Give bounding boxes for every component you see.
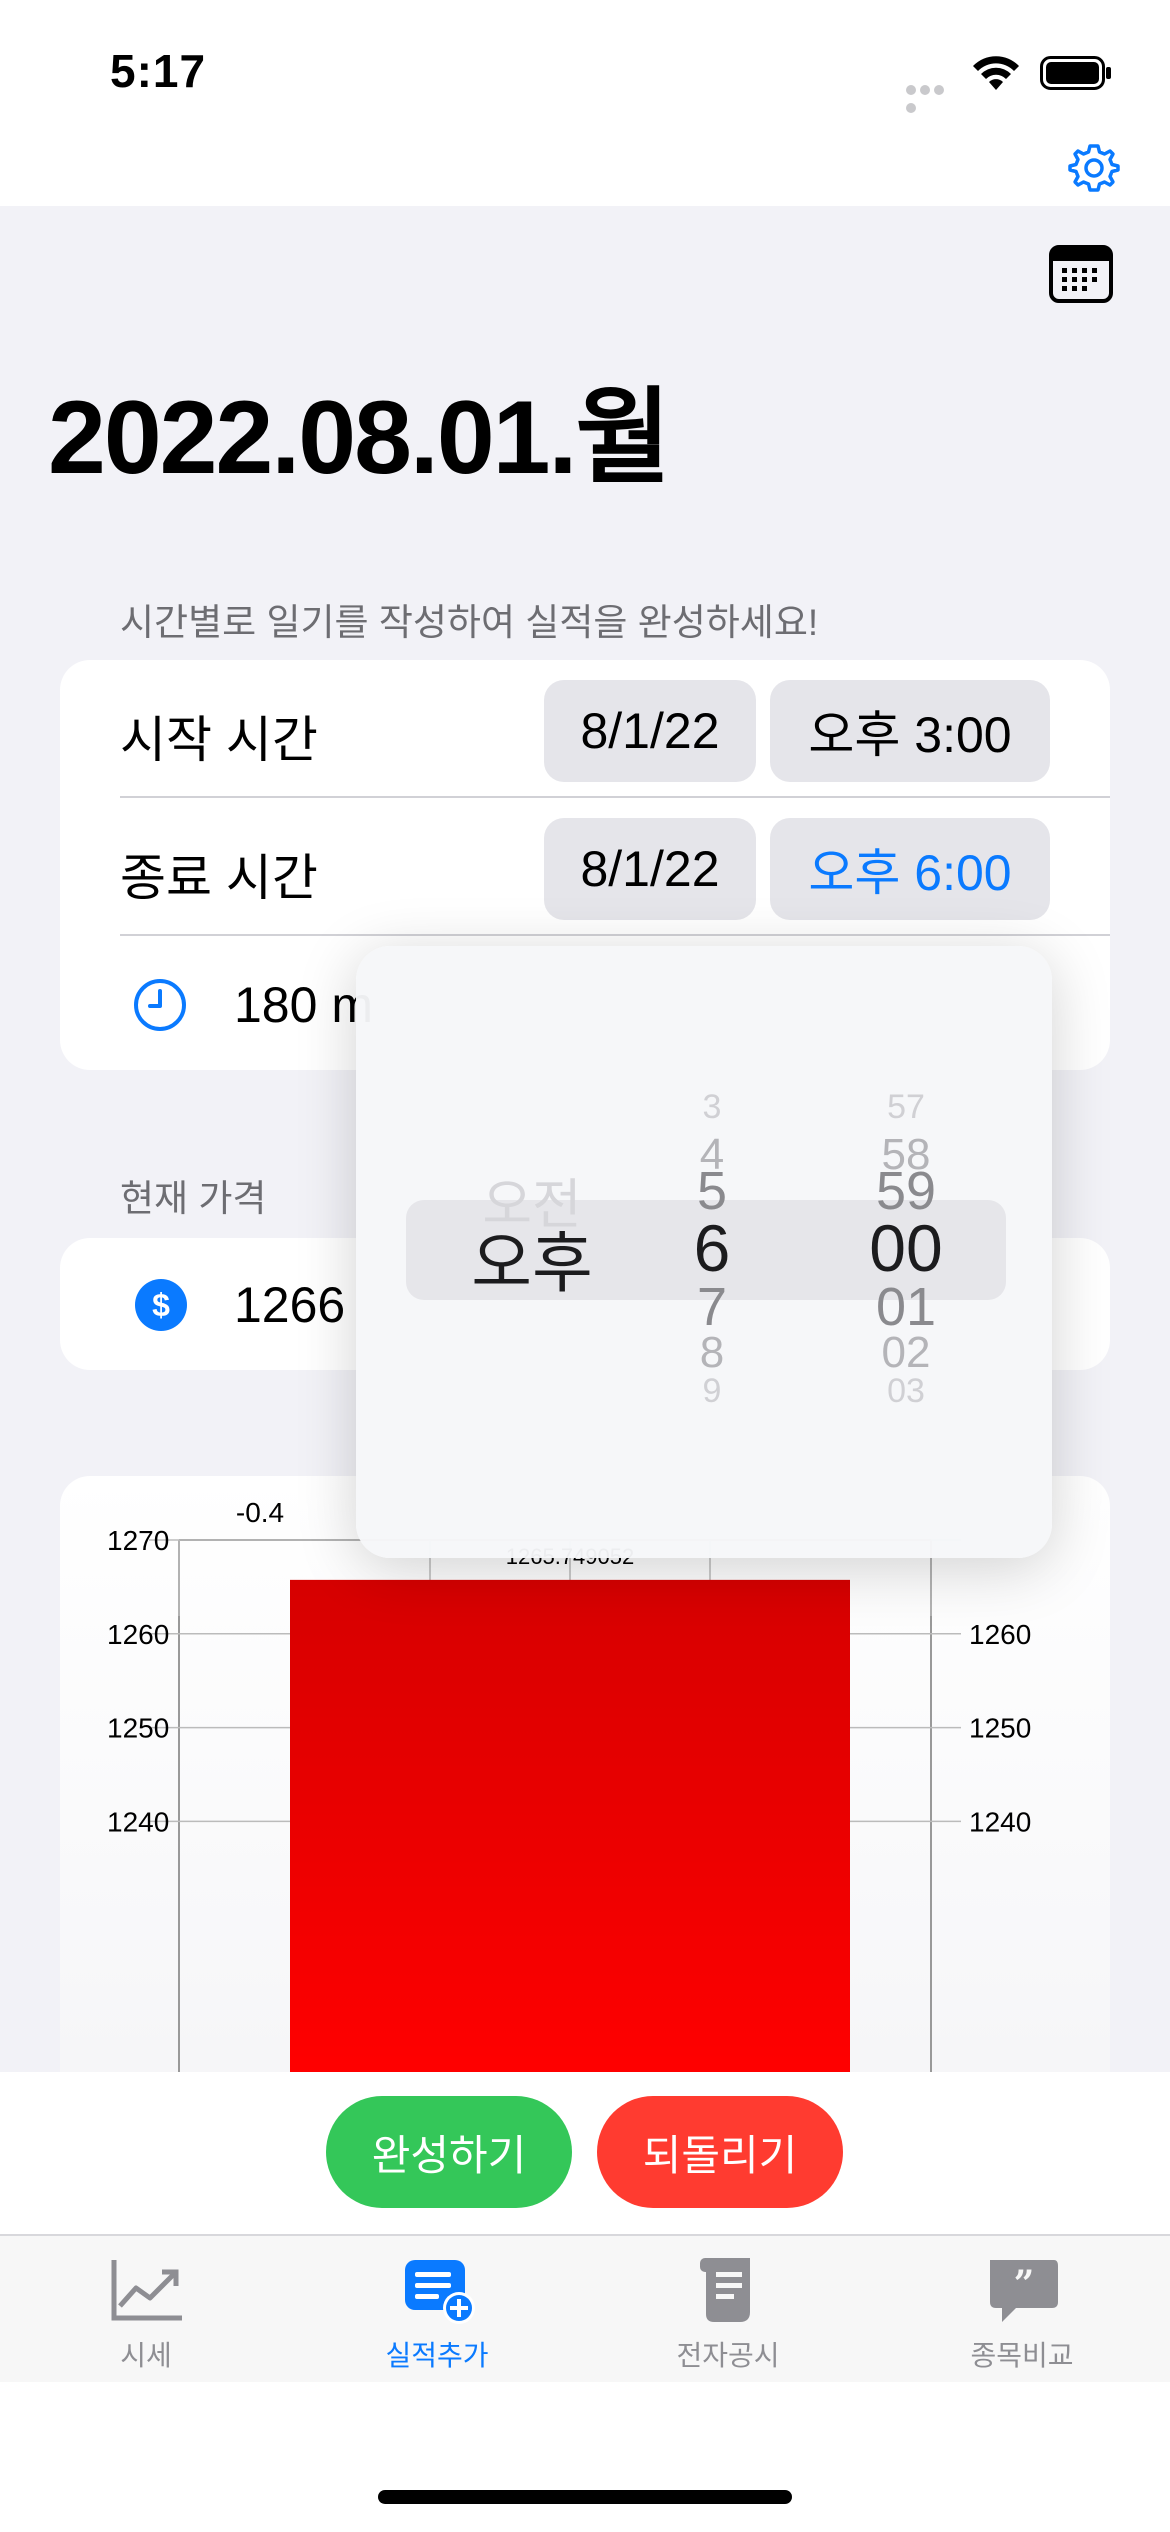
diary-section-header: 시간별로 일기를 작성하여 실적을 완성하세요! — [120, 602, 819, 643]
quote-bubble-icon: ” — [990, 2260, 1058, 2322]
minute-picker-option[interactable]: 02 — [882, 1328, 931, 1378]
time-picker[interactable]: 오전 오후 3 4 5 6 7 8 9 57 58 59 00 01 02 03 — [356, 946, 1052, 1558]
y-tick-left: 1260 — [107, 1619, 169, 1650]
duration-text: 180 m — [234, 977, 373, 1033]
status-bar: 5:17 — [0, 0, 1170, 140]
wifi-icon — [973, 56, 1019, 90]
end-time-button[interactable]: 오후 6:00 — [770, 818, 1050, 920]
clock-icon — [134, 979, 186, 1031]
calendar-icon[interactable] — [1048, 244, 1114, 304]
tab-add-performance[interactable]: 실적추가 — [337, 2236, 537, 2384]
tab-label: 시세 — [120, 2340, 172, 2371]
page-title: 2022.08.01.월 — [48, 380, 671, 496]
minute-picker-option[interactable]: 03 — [887, 1372, 925, 1411]
end-date-button[interactable]: 8/1/22 — [544, 818, 756, 920]
home-indicator — [378, 2490, 792, 2504]
status-time: 5:17 — [110, 45, 207, 97]
y-tick-right: 1240 — [969, 1806, 1031, 1837]
scroll-icon — [700, 2258, 750, 2322]
chart-line-icon — [111, 2260, 182, 2321]
price-value: 1266 — [234, 1277, 346, 1333]
y-tick-right: 1250 — [969, 1713, 1031, 1744]
period-picker-selected[interactable]: 오후 — [471, 1210, 592, 1306]
tab-label: 종목비교 — [970, 2340, 1074, 2371]
start-time-button[interactable]: 오후 3:00 — [770, 680, 1050, 782]
start-date-button[interactable]: 8/1/22 — [544, 680, 756, 782]
complete-button[interactable]: 완성하기 — [326, 2096, 572, 2208]
y-tick-left: 1270 — [107, 1525, 169, 1556]
y-tick-left: 1240 — [107, 1806, 169, 1837]
hour-picker-option[interactable]: 3 — [703, 1088, 722, 1127]
svg-text:$: $ — [152, 1287, 170, 1323]
tab-price[interactable]: 시세 — [46, 2236, 246, 2384]
minute-picker-option[interactable]: 57 — [887, 1088, 925, 1127]
divider — [120, 934, 1110, 936]
tab-disclosure[interactable]: 전자공시 — [628, 2236, 828, 2384]
price-chart: 12701260125012401260125012401265.749052-… — [107, 1497, 1031, 2072]
signal-icon — [906, 82, 960, 113]
svg-text:”: ” — [1014, 2263, 1035, 2305]
tab-label: 전자공시 — [676, 2340, 780, 2371]
start-time-label: 시작 시간 — [120, 712, 318, 768]
revert-button[interactable]: 되돌리기 — [597, 2096, 843, 2208]
y-tick-left: 1250 — [107, 1713, 169, 1744]
chart-bar — [290, 1579, 850, 2072]
dollar-icon: $ — [135, 1279, 187, 1331]
action-bar — [0, 2072, 1170, 2234]
chart-annotation: -0.4 — [236, 1497, 284, 1528]
y-tick-right: 1260 — [969, 1619, 1031, 1650]
tab-label: 실적추가 — [385, 2340, 489, 2371]
end-time-label: 종료 시간 — [120, 850, 318, 906]
price-section-header: 현재 가격 — [120, 1178, 267, 1219]
battery-icon — [1040, 56, 1111, 90]
hour-picker-option[interactable]: 9 — [703, 1372, 722, 1411]
gear-icon[interactable] — [1066, 140, 1122, 196]
tab-compare[interactable]: ” 종목비교 — [922, 2236, 1122, 2384]
divider — [120, 796, 1110, 798]
hour-picker-option[interactable]: 8 — [700, 1328, 724, 1378]
tab-bar: 시세 실적추가 전자공시 ” 종목비교 — [0, 2234, 1170, 2382]
add-document-icon — [405, 2260, 475, 2324]
